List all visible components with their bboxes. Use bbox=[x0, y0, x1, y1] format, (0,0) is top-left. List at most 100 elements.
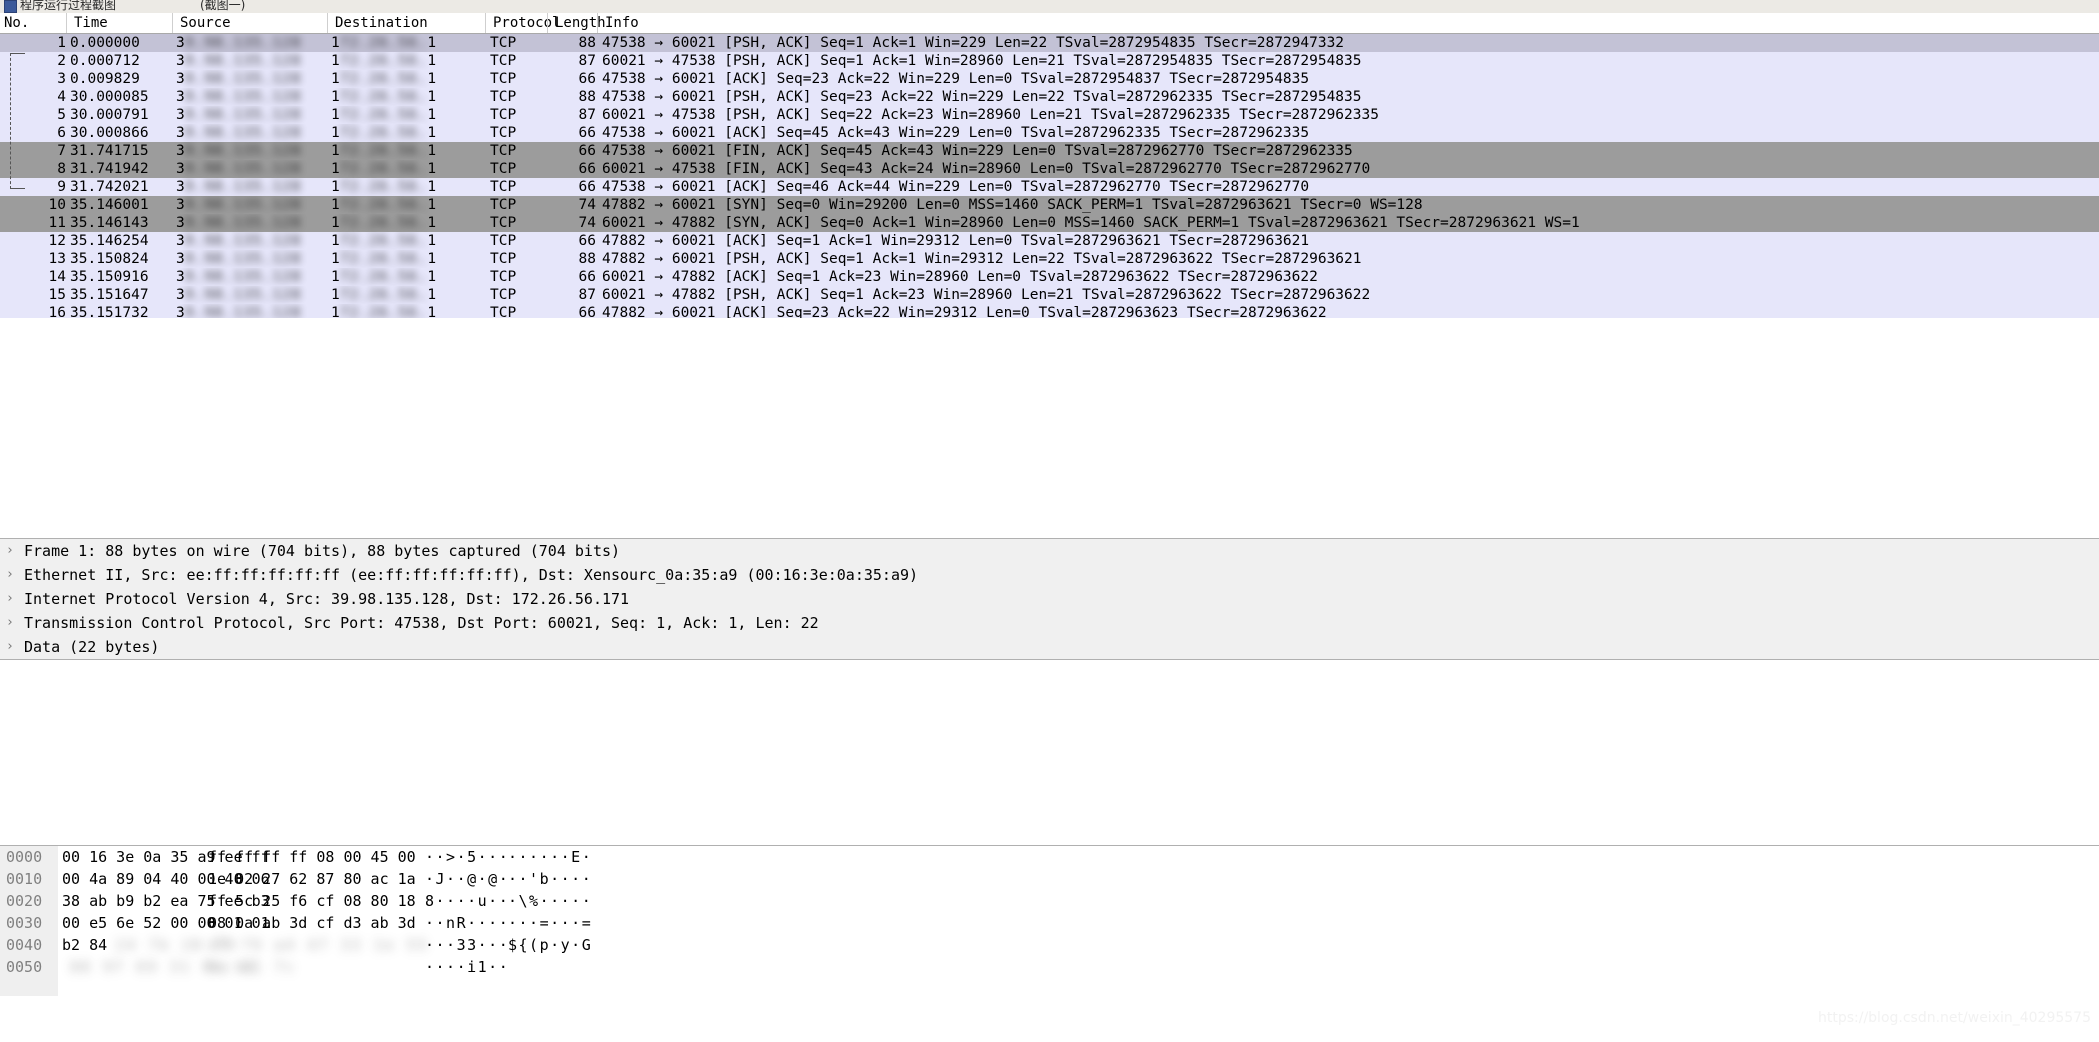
hex-ascii-right: ···=···= bbox=[508, 914, 593, 932]
column-divider-dest[interactable] bbox=[485, 13, 486, 33]
table-row[interactable]: 4 30.000085 39.98.135.128 172.26.56.1 TCP 88 4… bbox=[0, 88, 2099, 106]
cell-protocol: TCP bbox=[490, 287, 517, 303]
table-row[interactable]: 10 35.146001 39.98.135.128 172.26.56.1 TCP 74… bbox=[0, 196, 2099, 214]
cell-length: 87 bbox=[578, 287, 596, 303]
hex-row[interactable]: 0000 00 16 3e 0a 35 a9 ee ff ff ff ff ff 0… bbox=[0, 846, 2099, 868]
detail-row[interactable]: › Transmission Control Protocol, Src Port… bbox=[0, 611, 2099, 635]
cell-protocol: TCP bbox=[490, 35, 517, 51]
cell-protocol: TCP bbox=[490, 143, 517, 159]
cell-info: 47538 → 60021 [ACK] Seq=46 Ack=44 Win=22… bbox=[602, 179, 1310, 195]
cell-info: 60021 → 47538 [PSH, ACK] Seq=22 Ack=23 W… bbox=[602, 107, 1379, 123]
table-row[interactable]: 5 30.000791 39.98.135.128 172.26.56.1 TCP 87 6… bbox=[0, 106, 2099, 124]
table-row[interactable]: 1 0.000000 39.98.135.128 172.26.56.1 TCP 88 47… bbox=[0, 34, 2099, 52]
cell-destination: 172.26.56.1 bbox=[331, 215, 437, 231]
cell-length: 66 bbox=[578, 161, 596, 177]
table-row[interactable]: 13 35.150824 39.98.135.128 172.26.56.1 TCP 88… bbox=[0, 250, 2099, 268]
table-row[interactable]: 8 31.741942 39.98.135.128 172.26.56.1 TCP 66 6… bbox=[0, 160, 2099, 178]
hex-bytes-right: ff ff ff ff 08 00 45 00 bbox=[208, 848, 416, 866]
cell-length: 66 bbox=[578, 269, 596, 285]
cell-info: 60021 → 47882 [PSH, ACK] Seq=1 Ack=23 Wi… bbox=[602, 287, 1371, 303]
cell-time: 35.151732 bbox=[70, 305, 149, 318]
chevron-right-icon[interactable]: › bbox=[6, 563, 20, 587]
cell-info: 47538 → 60021 [PSH, ACK] Seq=1 Ack=1 Win… bbox=[602, 35, 1345, 51]
cell-length: 87 bbox=[578, 107, 596, 123]
cell-no: 8 bbox=[57, 161, 66, 177]
cell-length: 88 bbox=[578, 89, 596, 105]
hex-row[interactable]: 0050 88 9f 69 31 0c b2 9a 41 7c ····i1·· bbox=[0, 956, 2099, 978]
column-header-length[interactable]: Length bbox=[551, 15, 606, 33]
cell-destination: 172.26.56.1 bbox=[331, 143, 437, 159]
table-row[interactable]: 2 0.000712 39.98.135.128 172.26.56.1 TCP 87 60… bbox=[0, 52, 2099, 70]
cell-length: 66 bbox=[578, 305, 596, 318]
hex-offset: 0010 bbox=[6, 870, 43, 888]
column-divider-protocol[interactable] bbox=[547, 13, 548, 33]
column-header-protocol[interactable]: Protocol bbox=[489, 15, 560, 33]
table-row[interactable]: 12 35.146254 39.98.135.128 172.26.56.1 TCP 66… bbox=[0, 232, 2099, 250]
cell-protocol: TCP bbox=[490, 215, 517, 231]
hex-row[interactable]: 0040 b2 84 24 7b 28 70 d7 79 a4 47 33 1e 55… bbox=[0, 934, 2099, 956]
cell-no: 7 bbox=[57, 143, 66, 159]
cell-protocol: TCP bbox=[490, 53, 517, 69]
cell-destination: 172.26.56.1 bbox=[331, 125, 437, 141]
cell-destination: 172.26.56.1 bbox=[331, 35, 437, 51]
table-row[interactable]: 3 0.009829 39.98.135.128 172.26.56.1 TCP 66 47… bbox=[0, 70, 2099, 88]
column-header-time[interactable]: Time bbox=[70, 15, 170, 33]
cell-source: 39.98.135.128 bbox=[176, 143, 302, 159]
cell-time: 30.000866 bbox=[70, 125, 149, 141]
column-header-source[interactable]: Source bbox=[176, 15, 326, 33]
packet-list-pane[interactable]: No. Time Source Destination Protocol Len… bbox=[0, 13, 2099, 318]
detail-row[interactable]: › Frame 1: 88 bytes on wire (704 bits), 8… bbox=[0, 539, 2099, 563]
packet-bytes-pane[interactable]: 0000 00 16 3e 0a 35 a9 ee ff ff ff ff ff 0… bbox=[0, 845, 2099, 996]
detail-row-label: Data (22 bytes) bbox=[24, 638, 160, 656]
hex-row[interactable]: 0030 00 e5 6e 52 00 00 01 01 08 0a ab 3d c… bbox=[0, 912, 2099, 934]
packet-detail-pane[interactable]: › Frame 1: 88 bytes on wire (704 bits), 8… bbox=[0, 538, 2099, 660]
cell-protocol: TCP bbox=[490, 107, 517, 123]
chevron-right-icon[interactable]: › bbox=[6, 635, 20, 659]
chevron-right-icon[interactable]: › bbox=[6, 539, 20, 563]
column-header-no[interactable]: No. bbox=[0, 15, 66, 33]
hex-row[interactable]: 0020 38 ab b9 b2 ea 75 ee b3 ff 5c 25 f6 c… bbox=[0, 890, 2099, 912]
hex-row[interactable]: 0010 00 4a 89 04 40 00 40 06 1e 02 27 62 8… bbox=[0, 868, 2099, 890]
hex-ascii-left: 8····u·· bbox=[425, 892, 510, 910]
cell-info: 47882 → 60021 [ACK] Seq=23 Ack=22 Win=29… bbox=[602, 305, 1327, 318]
cell-time: 35.146254 bbox=[70, 233, 149, 249]
cell-length: 74 bbox=[578, 215, 596, 231]
detail-row[interactable]: › Internet Protocol Version 4, Src: 39.98… bbox=[0, 587, 2099, 611]
packet-list-header: No. Time Source Destination Protocol Len… bbox=[0, 13, 2099, 34]
table-row[interactable]: 9 31.742021 39.98.135.128 172.26.56.1 TCP 66 4… bbox=[0, 178, 2099, 196]
table-row[interactable]: 6 30.000866 39.98.135.128 172.26.56.1 TCP 66 4… bbox=[0, 124, 2099, 142]
column-divider-time[interactable] bbox=[172, 13, 173, 33]
column-header-info[interactable]: Info bbox=[601, 15, 1001, 33]
detail-row[interactable]: › Ethernet II, Src: ee:ff:ff:ff:ff:ff (ee… bbox=[0, 563, 2099, 587]
table-row[interactable]: 15 35.151647 39.98.135.128 172.26.56.1 TCP 87… bbox=[0, 286, 2099, 304]
chevron-right-icon[interactable]: › bbox=[6, 587, 20, 611]
cell-protocol: TCP bbox=[490, 71, 517, 87]
cell-destination: 172.26.56.1 bbox=[331, 179, 437, 195]
cell-info: 47882 → 60021 [SYN] Seq=0 Win=29200 Len=… bbox=[602, 197, 1423, 213]
table-row[interactable]: 7 31.741715 39.98.135.128 172.26.56.1 TCP 66 4… bbox=[0, 142, 2099, 160]
chevron-right-icon[interactable]: › bbox=[6, 611, 20, 635]
cell-time: 31.741942 bbox=[70, 161, 149, 177]
table-row[interactable]: 16 35.151732 39.98.135.128 172.26.56.1 TCP 66… bbox=[0, 304, 2099, 318]
cell-time: 0.009829 bbox=[70, 71, 140, 87]
cell-destination: 172.26.56.1 bbox=[331, 305, 437, 318]
cell-length: 66 bbox=[578, 179, 596, 195]
cell-no: 15 bbox=[48, 287, 66, 303]
cell-length: 88 bbox=[578, 35, 596, 51]
cell-length: 66 bbox=[578, 125, 596, 141]
cell-no: 2 bbox=[57, 53, 66, 69]
cell-length: 74 bbox=[578, 197, 596, 213]
column-header-destination[interactable]: Destination bbox=[331, 15, 486, 33]
cell-info: 60021 → 47882 [SYN, ACK] Seq=0 Ack=1 Win… bbox=[602, 215, 1580, 231]
table-row[interactable]: 11 35.146143 39.98.135.128 172.26.56.1 TCP 74… bbox=[0, 214, 2099, 232]
column-divider-length[interactable] bbox=[597, 13, 598, 33]
column-divider-source[interactable] bbox=[327, 13, 328, 33]
column-divider-no[interactable] bbox=[66, 13, 67, 33]
detail-row[interactable]: › Data (22 bytes) bbox=[0, 635, 2099, 659]
cell-time: 35.150916 bbox=[70, 269, 149, 285]
window-titlebar: 程序运行过程截图 (截图一) bbox=[0, 0, 2099, 14]
table-row[interactable]: 14 35.150916 39.98.135.128 172.26.56.1 TCP 66… bbox=[0, 268, 2099, 286]
hex-offset: 0040 bbox=[6, 936, 43, 954]
cell-destination: 172.26.56.1 bbox=[331, 53, 437, 69]
cell-source: 39.98.135.128 bbox=[176, 233, 302, 249]
